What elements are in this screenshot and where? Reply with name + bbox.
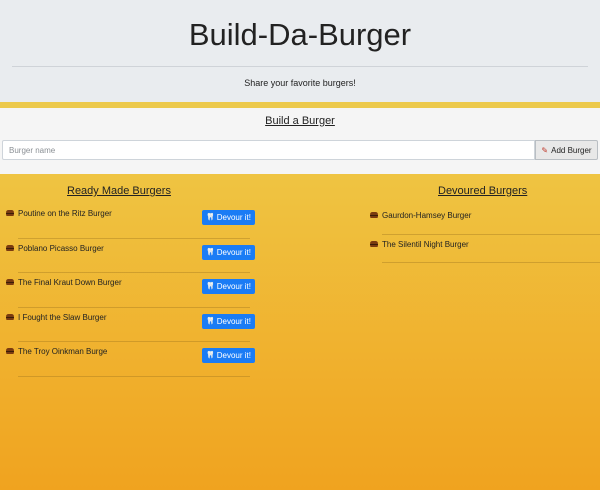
burger-name: The Silentil Night Burger	[382, 239, 469, 249]
page-title: Build-Da-Burger	[188, 17, 412, 52]
devoured-list: Gaurdon-Hamsey Burger The Silentil Night…	[370, 206, 600, 263]
devour-label: Devour it!	[216, 213, 251, 222]
tooth-icon: 🦷	[206, 352, 215, 359]
tooth-icon: 🦷	[206, 317, 215, 325]
tooth-icon: 🦷	[206, 248, 215, 256]
devour-button[interactable]: 🦷 Devour it!	[202, 348, 255, 363]
burger-icon	[370, 212, 378, 218]
header-divider	[12, 66, 588, 67]
burger-name: The Troy Oinkman Burge	[18, 347, 108, 356]
devour-button[interactable]: 🦷 Devour it!	[202, 244, 255, 260]
burger-name-input[interactable]	[2, 140, 535, 160]
devour-button[interactable]: 🦷 Devour it!	[202, 313, 255, 329]
list-item: The Troy Oinkman Burge 🦷 Devour it!	[6, 342, 255, 377]
burger-name: I Fought the Slaw Burger	[18, 312, 107, 322]
burger-name: The Final Kraut Down Burger	[18, 278, 122, 287]
burger-icon	[6, 244, 14, 251]
ready-made-list: Poutine on the Ritz Burger 🦷 Devour it! P…	[6, 204, 255, 377]
page-subtitle: Share your favorite burgers!	[244, 78, 356, 88]
devour-label: Devour it!	[216, 282, 251, 291]
add-burger-label: Add Burger	[551, 145, 592, 155]
tooth-icon: 🦷	[206, 214, 215, 221]
devour-button[interactable]: 🦷 Devour it!	[202, 210, 255, 225]
add-burger-form: ✎ Add Burger	[2, 140, 598, 160]
burger-icon	[370, 240, 378, 247]
build-heading: Build a Burger	[265, 115, 335, 127]
list-item: I Fought the Slaw Burger 🦷 Devour it!	[6, 308, 255, 342]
devour-label: Devour it!	[216, 316, 251, 326]
burger-icon	[6, 348, 14, 354]
devour-button[interactable]: 🦷 Devour it!	[202, 279, 255, 294]
header-jumbotron: Build-Da-Burger Share your favorite burg…	[0, 0, 600, 102]
burger-icon	[6, 313, 14, 320]
list-item: The Final Kraut Down Burger 🦷 Devour it!	[6, 273, 255, 308]
list-item: Poutine on the Ritz Burger 🦷 Devour it!	[6, 204, 255, 239]
burger-name: Poutine on the Ritz Burger	[18, 209, 112, 218]
pencil-icon: ✎	[541, 145, 549, 155]
burger-icon	[6, 210, 14, 216]
burger-lists-area: Ready Made Burgers Devoured Burgers Pout…	[0, 174, 600, 490]
ready-made-heading: Ready Made Burgers	[67, 185, 171, 197]
burger-icon	[6, 279, 14, 285]
burger-name: Poblano Picasso Burger	[18, 243, 104, 253]
build-burger-panel: Build a Burger ✎ Add Burger	[0, 108, 600, 174]
add-burger-button[interactable]: ✎ Add Burger	[535, 140, 598, 160]
burger-name: Gaurdon-Hamsey Burger	[382, 211, 472, 220]
list-item: The Silentil Night Burger	[370, 235, 600, 263]
devoured-heading: Devoured Burgers	[438, 185, 528, 197]
devour-label: Devour it!	[216, 351, 251, 360]
list-item: Gaurdon-Hamsey Burger	[370, 206, 600, 235]
tooth-icon: 🦷	[206, 283, 215, 290]
list-item: Poblano Picasso Burger 🦷 Devour it!	[6, 239, 255, 273]
devour-label: Devour it!	[216, 247, 251, 257]
